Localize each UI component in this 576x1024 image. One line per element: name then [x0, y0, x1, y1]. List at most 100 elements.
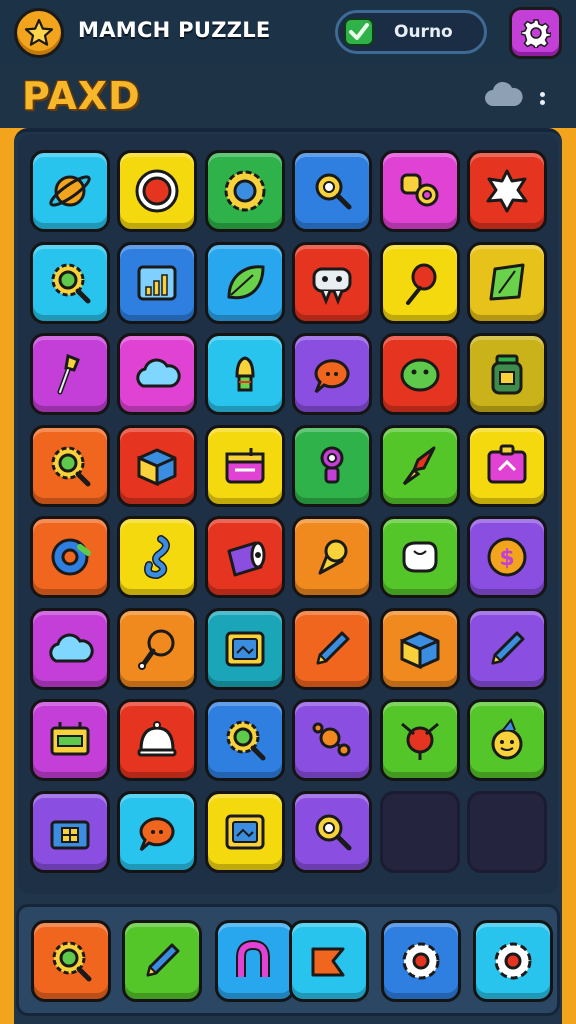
- board-tile[interactable]: [204, 790, 285, 873]
- board-tile[interactable]: [379, 424, 460, 507]
- torch-icon: [57, 353, 80, 395]
- app-title: MAMCH PUZZLE: [78, 18, 271, 42]
- bottom-tray: [16, 904, 560, 1016]
- board-tile[interactable]: [30, 699, 110, 781]
- map-icon: [489, 263, 525, 300]
- board-tile[interactable]: [204, 241, 285, 324]
- rings-icon: [400, 173, 439, 207]
- red-button-icon: [135, 169, 179, 213]
- board-tile[interactable]: [117, 241, 198, 324]
- board-tile[interactable]: [117, 790, 198, 873]
- board-tile[interactable]: [292, 699, 373, 781]
- hand-icon: [402, 541, 438, 573]
- search-gear-icon: [226, 720, 266, 761]
- board-tile[interactable]: [467, 424, 547, 507]
- game-board: $: [18, 134, 558, 894]
- board-tile[interactable]: [117, 607, 198, 690]
- board-tile[interactable]: [117, 424, 198, 507]
- tray-tile[interactable]: [31, 920, 111, 1002]
- status-pill[interactable]: Ourno: [335, 10, 487, 54]
- board-tile[interactable]: [204, 333, 285, 415]
- board-tile[interactable]: [30, 150, 110, 232]
- cloud-icon: [49, 633, 94, 662]
- board-tile[interactable]: [292, 607, 373, 690]
- balloon-icon: [405, 263, 437, 305]
- board-tile[interactable]: [292, 333, 373, 415]
- blob-icon: [400, 358, 440, 392]
- board-tile[interactable]: [379, 241, 460, 324]
- board-tile[interactable]: [30, 424, 110, 507]
- roll-icon: [227, 541, 266, 577]
- svg-text:$: $: [499, 546, 514, 571]
- empty-slot: [467, 790, 547, 873]
- board-tile[interactable]: [204, 516, 285, 598]
- board-tile[interactable]: [467, 607, 547, 690]
- search-gear-icon: [52, 941, 92, 982]
- board-tile[interactable]: [204, 699, 285, 781]
- board-tile[interactable]: [292, 241, 373, 324]
- tray-tile[interactable]: [473, 920, 553, 1002]
- drumstick-icon: [138, 629, 175, 670]
- frame-icon: [225, 814, 265, 849]
- more-icon-dot: [539, 91, 545, 97]
- board-tile[interactable]: [467, 241, 547, 324]
- board-tile[interactable]: [117, 699, 198, 781]
- tray-tile[interactable]: [289, 920, 369, 1002]
- board-tile[interactable]: [292, 150, 373, 232]
- board-tile[interactable]: [204, 607, 285, 690]
- smiley-icon: [491, 718, 523, 760]
- board-tile[interactable]: [467, 699, 547, 781]
- box-icon: [137, 448, 177, 486]
- status-label: Ourno: [394, 22, 453, 42]
- board-tile[interactable]: [292, 424, 373, 507]
- board-tile[interactable]: [204, 424, 285, 507]
- board-tile[interactable]: [30, 790, 110, 873]
- tray-tile[interactable]: [381, 920, 461, 1002]
- pencil-icon: [316, 631, 350, 664]
- frame-icon: [225, 631, 265, 666]
- board-tile[interactable]: [30, 333, 110, 415]
- bell-dome-icon: [137, 721, 177, 757]
- board-tile[interactable]: [467, 150, 547, 232]
- gift-icon: [50, 820, 90, 849]
- board-tile[interactable]: [117, 516, 198, 598]
- board-tile[interactable]: [379, 333, 460, 415]
- cloud-icon: [136, 358, 182, 388]
- cloud-button[interactable]: [483, 80, 523, 110]
- calendar-icon: [225, 447, 265, 483]
- donut-icon: [51, 538, 91, 576]
- board-tile[interactable]: [117, 150, 198, 232]
- board-tile[interactable]: [467, 333, 547, 415]
- board-tile[interactable]: [30, 607, 110, 690]
- rocket-icon: [402, 446, 436, 485]
- gear-icon: [494, 942, 532, 980]
- chart-icon: [137, 265, 177, 300]
- board-tile[interactable]: [379, 607, 460, 690]
- board-tile[interactable]: [292, 516, 373, 598]
- settings-button[interactable]: [509, 7, 562, 59]
- board-tile[interactable]: [117, 333, 198, 415]
- tray-tile[interactable]: [122, 920, 202, 1002]
- board-tile[interactable]: [30, 241, 110, 324]
- box-icon: [400, 631, 440, 669]
- board-tile[interactable]: [204, 150, 285, 232]
- board-tile[interactable]: $: [467, 516, 547, 598]
- star-icon: [24, 18, 54, 46]
- board-tile[interactable]: [379, 516, 460, 598]
- pin-icon: [400, 722, 439, 760]
- board-tile[interactable]: [379, 699, 460, 781]
- star-burst-icon: [486, 169, 528, 213]
- pencil-icon: [146, 943, 180, 977]
- more-button[interactable]: [532, 84, 552, 112]
- board-tile[interactable]: [30, 516, 110, 598]
- tray-tile[interactable]: [215, 920, 295, 1002]
- bell-icon: [235, 356, 255, 392]
- chat-icon: [139, 816, 175, 851]
- board-tile[interactable]: [292, 790, 373, 873]
- heart-icon: [311, 947, 345, 977]
- star-button[interactable]: [14, 8, 64, 58]
- level-title: PAXD: [22, 74, 141, 118]
- board-tile[interactable]: [379, 150, 460, 232]
- cone-icon: [318, 539, 348, 575]
- search-gear-icon: [51, 446, 91, 486]
